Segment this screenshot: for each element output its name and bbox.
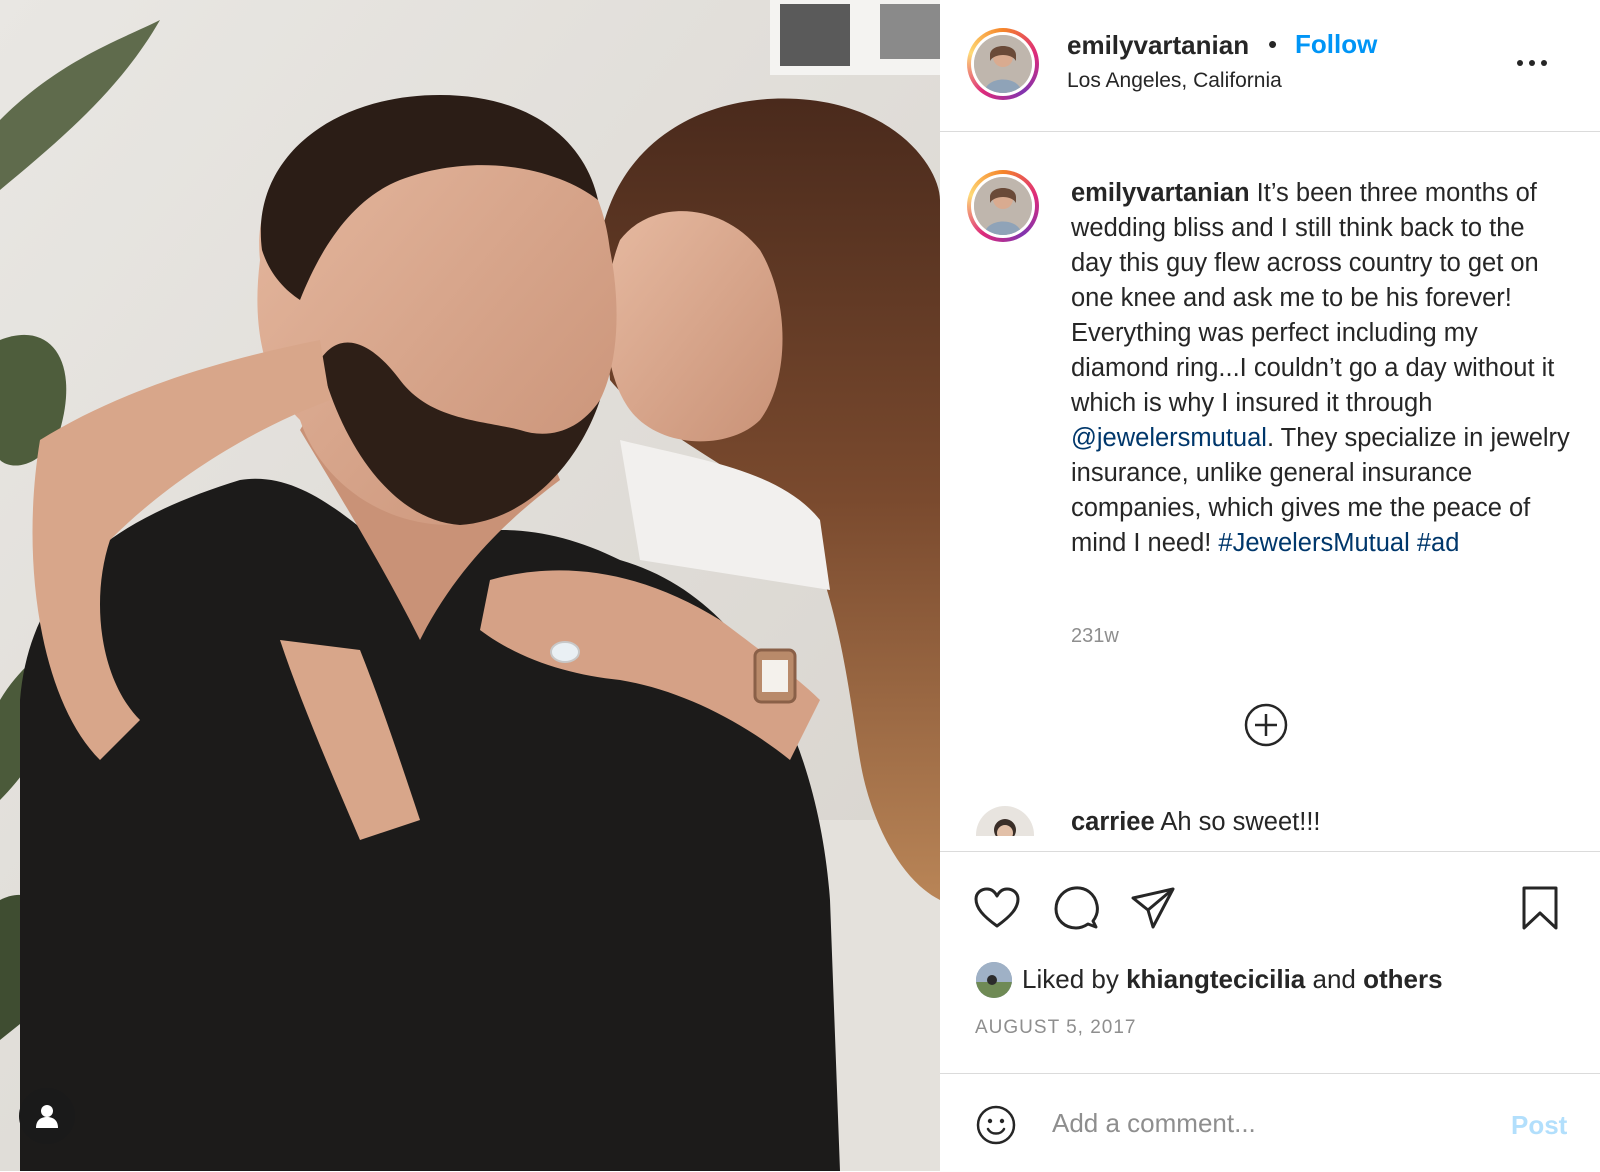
header-separator: • xyxy=(1268,29,1278,59)
emoji-icon xyxy=(976,1105,1016,1145)
follow-button[interactable]: Follow xyxy=(1295,29,1377,60)
comment-button[interactable] xyxy=(1053,885,1099,936)
caption-author-avatar[interactable] xyxy=(967,170,1039,242)
liked-by-others[interactable]: others xyxy=(1363,964,1442,994)
comment-icon xyxy=(1054,886,1099,930)
save-button[interactable] xyxy=(1520,885,1560,936)
emoji-picker-button[interactable] xyxy=(975,1104,1017,1146)
couple-photo xyxy=(0,0,940,1171)
load-more-comments-button[interactable] xyxy=(1243,702,1289,748)
share-icon xyxy=(1131,887,1175,929)
caption-mention[interactable]: @jewelersmutual xyxy=(1071,424,1267,452)
caption-text: It’s been three months of wedding bliss … xyxy=(1071,179,1555,417)
comment-input[interactable] xyxy=(1050,1100,1474,1146)
heart-icon xyxy=(974,887,1020,928)
liker-avatar[interactable] xyxy=(976,962,1012,998)
post-side-panel: emilyvartanian • Follow Los Angeles, Cal… xyxy=(940,0,1600,1171)
hashtag-jewelersmutual[interactable]: #JewelersMutual xyxy=(1218,529,1409,557)
post-date[interactable]: AUGUST 5, 2017 xyxy=(975,1017,1137,1039)
commenter-username[interactable]: carriee xyxy=(1071,808,1155,836)
author-username[interactable]: emilyvartanian xyxy=(1067,30,1249,61)
post-location[interactable]: Los Angeles, California xyxy=(1067,69,1282,93)
comments-scroll-area[interactable]: emilyvartanian It’s been three months of… xyxy=(940,132,1600,852)
likes-summary: Liked by khiangtecicilia and others xyxy=(976,960,1576,1000)
commenter-avatar[interactable] xyxy=(976,806,1034,836)
share-button[interactable] xyxy=(1131,886,1175,935)
post-photo[interactable] xyxy=(0,0,940,1171)
bookmark-icon xyxy=(1522,886,1558,930)
post-comment-button[interactable]: Post xyxy=(1511,1110,1567,1141)
author-avatar[interactable] xyxy=(967,28,1039,100)
post-actions xyxy=(940,851,1600,972)
comment-item: carriee Ah so sweet!!! xyxy=(976,796,1576,836)
liked-by-user[interactable]: khiangtecicilia xyxy=(1126,964,1305,994)
caption-username[interactable]: emilyvartanian xyxy=(1071,179,1250,207)
more-horizontal-icon xyxy=(1517,60,1547,66)
post-header: emilyvartanian • Follow Los Angeles, Cal… xyxy=(940,0,1600,132)
user-icon xyxy=(36,1105,58,1128)
more-options-button[interactable] xyxy=(1512,48,1552,78)
instagram-post: emilyvartanian • Follow Los Angeles, Cal… xyxy=(0,0,1600,1171)
plus-circle-icon xyxy=(1244,703,1288,747)
post-caption: emilyvartanian It’s been three months of… xyxy=(1071,176,1571,561)
comment-text: Ah so sweet!!! xyxy=(1154,808,1321,836)
add-comment-bar: Post xyxy=(940,1073,1600,1172)
like-button[interactable] xyxy=(973,886,1021,935)
hashtag-ad[interactable]: #ad xyxy=(1417,529,1460,557)
caption-age: 231w xyxy=(1071,625,1119,647)
tagged-users-button[interactable] xyxy=(19,1088,75,1144)
